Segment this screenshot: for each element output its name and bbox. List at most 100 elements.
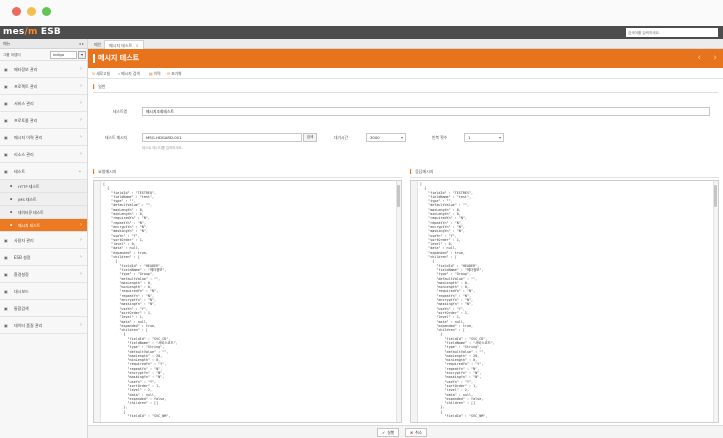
repeat-count-select[interactable]: 1 ▾ [464, 133, 504, 142]
chevron-right-icon: › [80, 117, 82, 123]
refresh-button[interactable]: ↻새로고침 [92, 71, 110, 77]
run-label: 실행 [387, 430, 395, 435]
wait-time-select[interactable]: 3000 ▾ [366, 133, 406, 142]
chevron-down-icon: ▾ [400, 135, 403, 140]
section-marker-icon: ▍ [410, 169, 414, 174]
dashboard-icon: ▣ [4, 289, 8, 294]
chevron-right-icon: › [80, 83, 82, 89]
toolbar: ↻새로고침 ⌕메시지 검색 ▤이력 ⟳초기화 [88, 68, 723, 79]
sidebar-item-dashboard[interactable]: ▣ 대시보드 [0, 283, 87, 300]
close-tab-icon[interactable]: × [135, 43, 138, 48]
minimize-window-button[interactable] [27, 7, 36, 16]
app-header: mes/m ESB [0, 26, 723, 39]
sidebar-item-label: 테스트 [14, 169, 26, 174]
close-window-button[interactable] [12, 7, 21, 16]
wait-time-label: 대기시간 [334, 135, 348, 140]
sidebar-item-label: 메시지 이력 관리 [14, 135, 43, 140]
message-search-button[interactable]: 검색 [303, 133, 317, 142]
test-icon: ▣ [4, 169, 8, 174]
sidebar-subitem-jms-test[interactable]: ▪ JMS 테스트 [0, 193, 87, 206]
sidebar-item-meta[interactable]: ▣ 메타정보 관리 › [0, 61, 87, 78]
history-button[interactable]: ▤이력 [149, 71, 161, 77]
sidebar-item-test[interactable]: ▣ 테스트 ⌄ [0, 163, 87, 180]
check-icon: ✔ [382, 430, 386, 435]
request-editor[interactable]: [ { "fieldId" : "TESTREQ", "fieldName" :… [93, 180, 402, 423]
global-search-input[interactable] [626, 28, 718, 37]
response-editor[interactable]: [ { "fieldId" : "TESTRES", "fieldName" :… [410, 180, 719, 423]
sidebar-item-search[interactable]: ▣ 통합검색 [0, 300, 87, 317]
message-search-button[interactable]: ⌕메시지 검색 [118, 71, 140, 77]
response-scrollbar[interactable] [713, 181, 718, 422]
reset-button[interactable]: ⟳초기화 [167, 71, 182, 77]
run-button[interactable]: ✔ 실행 [377, 428, 400, 437]
sidebar-subitem-label: 메시지 테스트 [18, 223, 41, 228]
chevron-right-icon[interactable]: › [713, 52, 717, 64]
request-scroll-thumb[interactable] [397, 185, 400, 207]
sidebar-item-esb-settings[interactable]: ▣ ESB 설정 › [0, 249, 87, 266]
search-icon: ⌕ [118, 71, 121, 76]
sidebar-subitem-message-test[interactable]: ▪ 메시지 테스트 › [0, 219, 87, 232]
reset-icon: ⟳ [167, 71, 171, 76]
cancel-button[interactable]: ✖ 취소 [405, 428, 428, 437]
message-search-label: 메시지 검색 [121, 71, 140, 76]
page-title: 메시지 테스트 [98, 54, 140, 62]
request-editor-gutter [94, 181, 101, 422]
request-code[interactable]: [ { "fieldId" : "TESTREQ", "fieldName" :… [103, 182, 178, 418]
section-marker-icon: ▍ [93, 169, 97, 174]
section-divider [93, 92, 718, 93]
meta-icon: ▣ [4, 67, 8, 72]
chevron-right-icon: › [80, 151, 82, 157]
sidebar-item-label: ESB 설정 [14, 255, 31, 260]
user-icon: ▣ [4, 238, 8, 243]
sidebar-collapse-icon[interactable]: ◂ ▸ [79, 41, 84, 46]
test-name-input[interactable]: 메시지조회테스트 [142, 107, 710, 116]
sidebar-item-service[interactable]: ▣ 서비스 관리 › [0, 95, 87, 112]
filter-input[interactable]: indigo [50, 51, 77, 59]
sidebar-item-resource[interactable]: ▣ 리소스 관리 › [0, 146, 87, 163]
filter-dropdown-button[interactable]: ▾ [78, 51, 86, 59]
sidebar-item-label: 메타정보 관리 [14, 67, 38, 72]
sidebar-item-data-quality[interactable]: ▣ 데이터 품질 관리 › [0, 317, 87, 334]
resource-icon: ▣ [4, 152, 8, 157]
sidebar-item-label: 사용자 관리 [14, 238, 34, 243]
sidebar-subitem-http-test[interactable]: ▪ HTTP 테스트 [0, 180, 87, 193]
sidebar-item-label: 대시보드 [14, 289, 29, 294]
sidebar-item-user[interactable]: ▣ 사용자 관리 › [0, 232, 87, 249]
response-section-title: ▍ 응답메시지 [410, 169, 433, 175]
sidebar-item-environment[interactable]: ▣ 환경설정 › [0, 266, 87, 283]
general-section-label: 일반 [98, 84, 106, 89]
cancel-label: 취소 [415, 430, 423, 435]
bullet-icon: ▪ [10, 210, 13, 214]
repeat-count-label: 반복 횟수 [432, 135, 448, 140]
sidebar-item-protocol[interactable]: ▣ 프로토콜 관리 › [0, 112, 87, 129]
project-icon: ▣ [4, 84, 8, 89]
maximize-window-button[interactable] [42, 7, 51, 16]
request-scrollbar[interactable] [396, 181, 401, 422]
response-code[interactable]: [ { "fieldId" : "TESTRES", "fieldName" :… [420, 182, 495, 418]
response-scroll-thumb[interactable] [714, 185, 717, 207]
app-logo[interactable]: mes/m ESB [3, 26, 61, 39]
tab-message-test[interactable]: 메시지 테스트 × [104, 40, 144, 49]
chevron-left-icon[interactable]: ‹ [697, 52, 701, 64]
protocol-icon: ▣ [4, 118, 8, 123]
history-label: 이력 [153, 71, 161, 76]
sidebar-subitem-dataqueue-test[interactable]: ▪ 데이터큐 테스트 [0, 206, 87, 219]
reset-label: 초기화 [171, 71, 182, 76]
window-titlebar [0, 0, 723, 26]
history-icon: ▣ [4, 135, 8, 140]
section-marker-icon: ▍ [93, 84, 97, 89]
service-icon: ▣ [4, 101, 8, 106]
sidebar-item-message-history[interactable]: ▣ 메시지 이력 관리 › [0, 129, 87, 146]
sidebar-item-label: 데이터 품질 관리 [14, 323, 43, 328]
test-message-label: 테스트 메시지 [105, 135, 128, 140]
repeat-count-value: 1 [468, 135, 471, 140]
quality-icon: ▣ [4, 323, 8, 328]
chevron-right-icon: › [80, 254, 82, 260]
test-message-input[interactable]: MSG-HDGARD-001 [142, 133, 302, 142]
chevron-right-icon: › [80, 100, 82, 106]
chevron-right-icon: › [80, 322, 82, 328]
main-content: 메인 메시지 테스트 × 메시지 테스트 ‹ › ↻새로고침 ⌕메시지 검색 ▤이… [88, 39, 723, 438]
sidebar-item-label: 통합검색 [14, 306, 29, 311]
refresh-icon: ↻ [92, 71, 96, 76]
sidebar-item-project[interactable]: ▣ 프로젝트 관리 › [0, 78, 87, 95]
